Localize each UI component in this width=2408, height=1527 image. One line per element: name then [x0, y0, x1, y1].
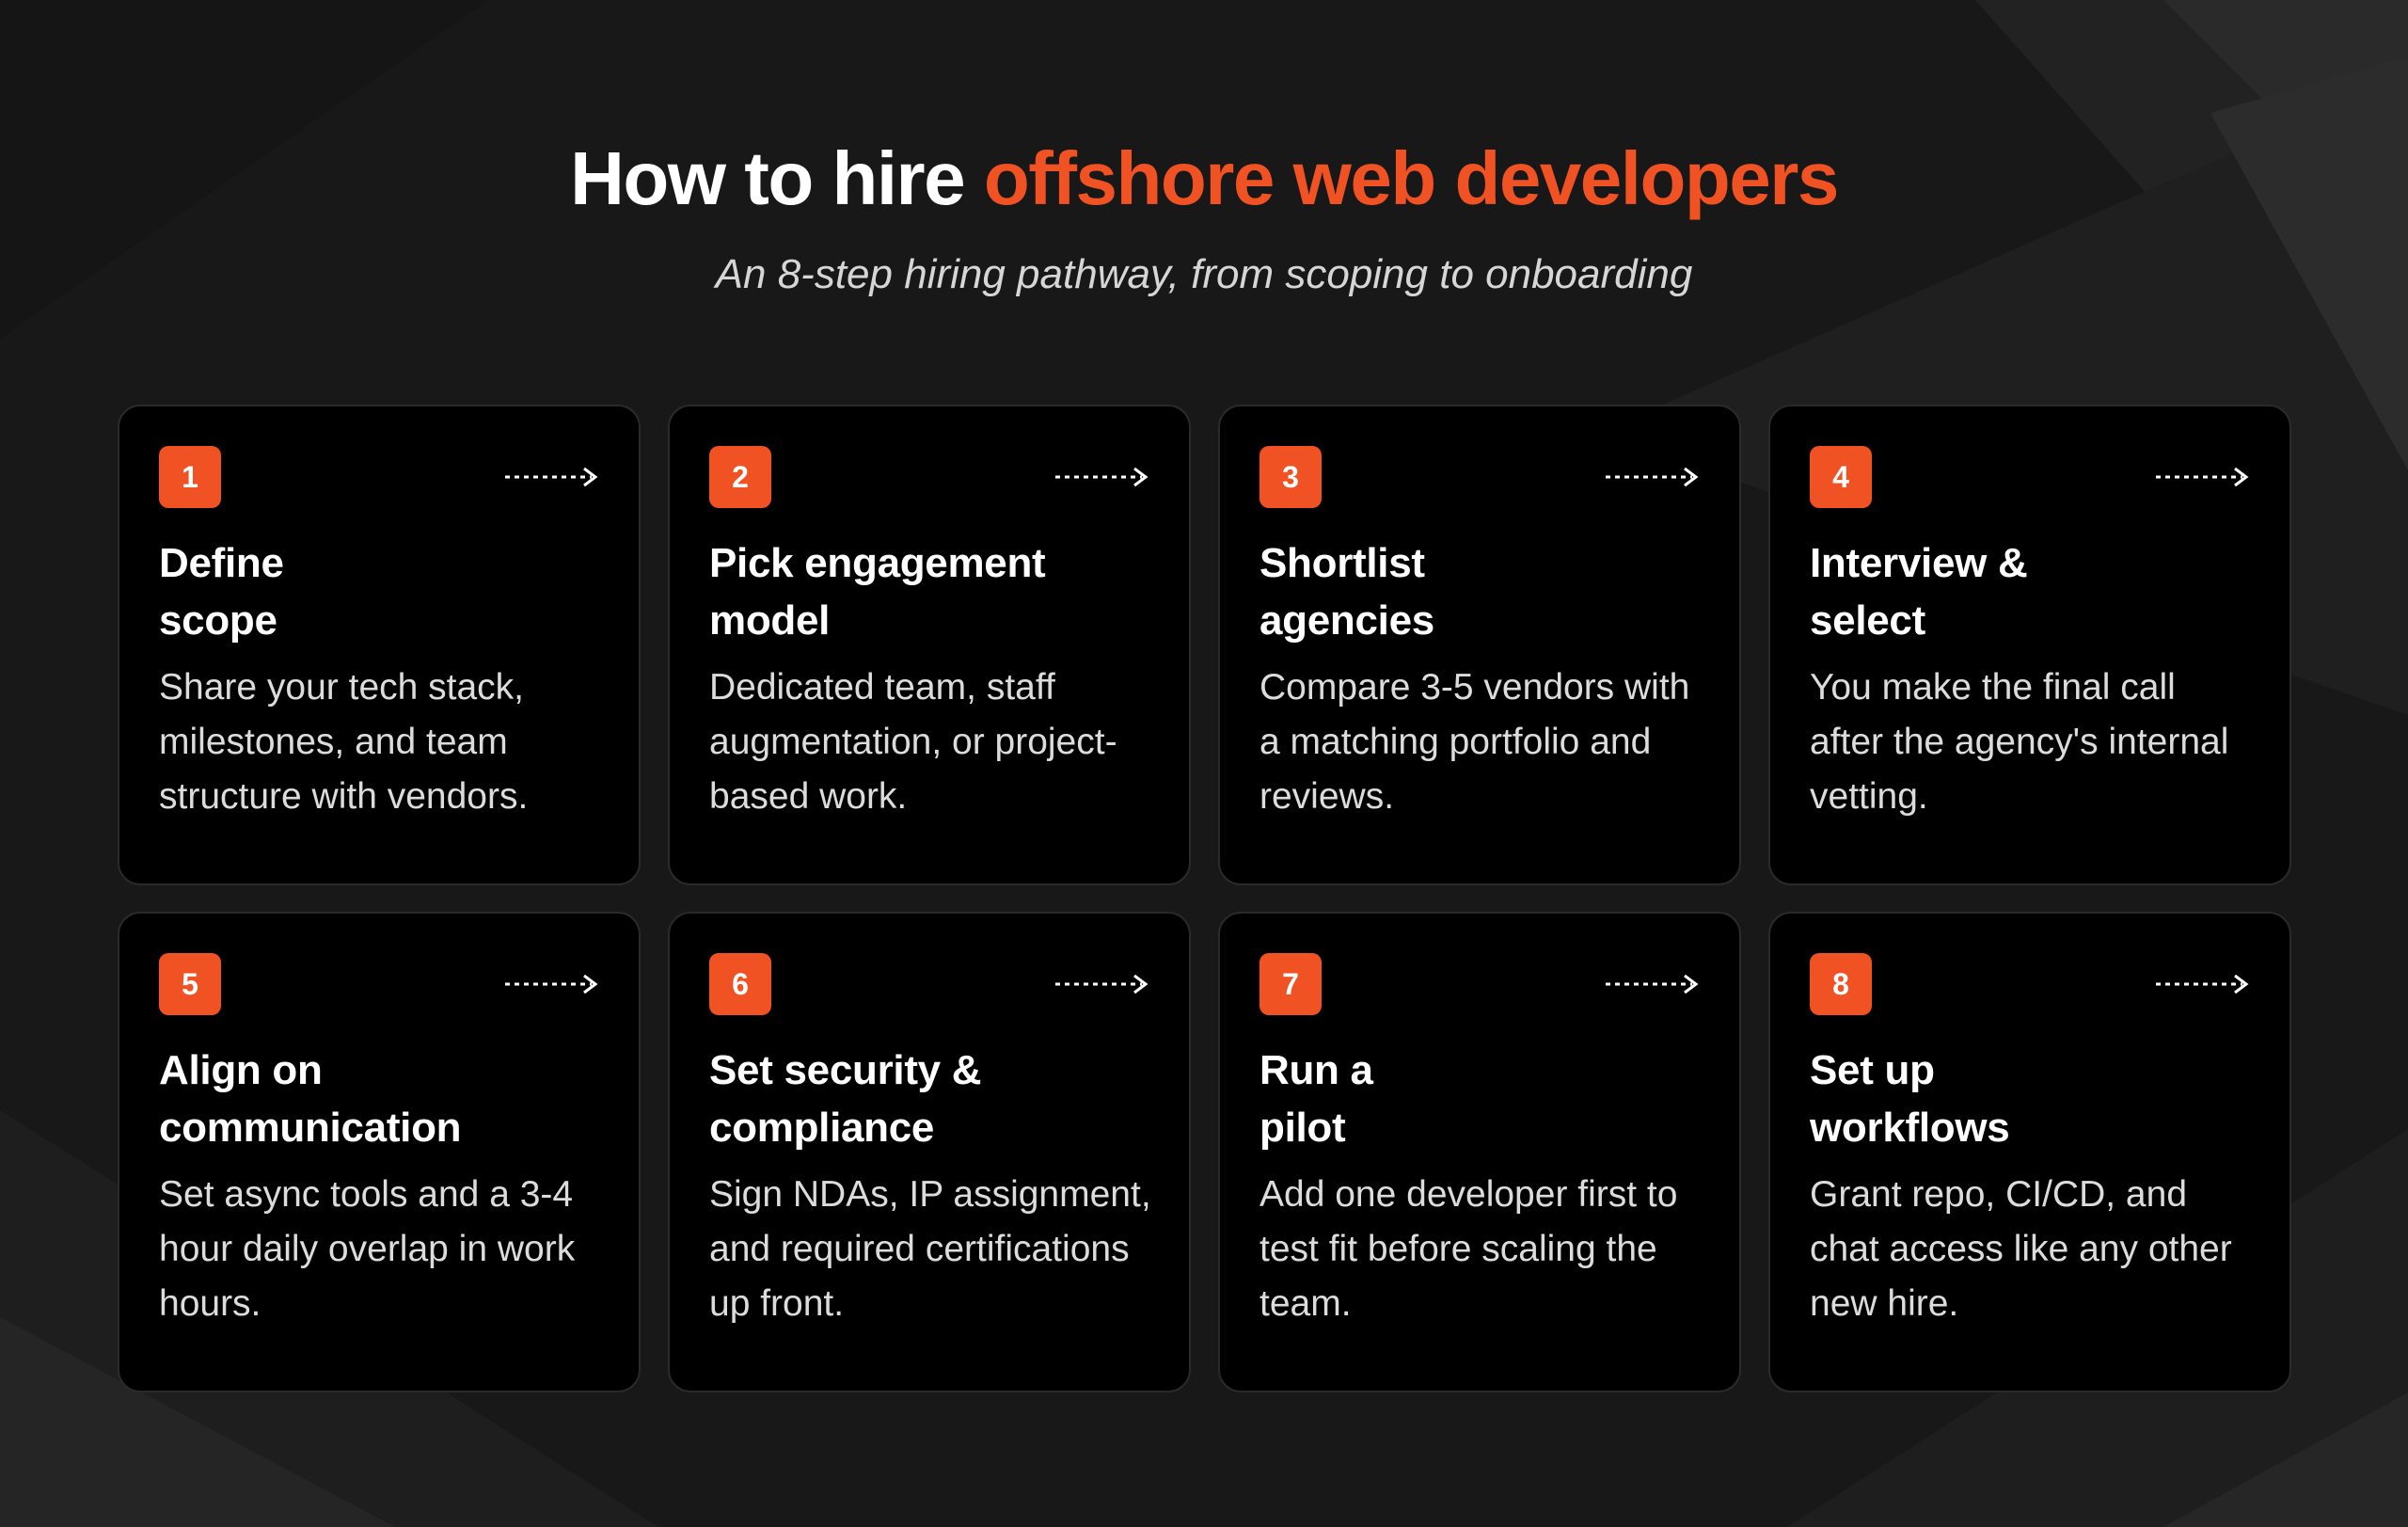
steps-grid: 1 Define scope Share your tech stack, mi…	[118, 405, 2292, 1392]
page-title: How to hire offshore web developers	[0, 132, 2408, 226]
dashed-arrow-right-icon	[505, 467, 598, 487]
step-number-badge: 6	[709, 953, 771, 1015]
dashed-arrow-right-icon	[2156, 467, 2249, 487]
dashed-arrow-right-icon	[1055, 974, 1149, 994]
dashed-arrow-right-icon	[505, 974, 598, 994]
step-card-1: 1 Define scope Share your tech stack, mi…	[118, 405, 641, 885]
step-title: Run a pilot	[1259, 1047, 1373, 1151]
step-card-6: 6 Set security & compliance Sign NDAs, I…	[668, 912, 1191, 1392]
step-number-badge: 4	[1810, 446, 1872, 508]
dashed-arrow-right-icon	[1606, 974, 1699, 994]
step-description: Set async tools and a 3-4 hour daily ove…	[159, 1174, 576, 1324]
step-card-3: 3 Shortlist agencies Compare 3-5 vendors…	[1218, 405, 1741, 885]
step-title: Set security & compliance	[709, 1047, 982, 1151]
step-description: Dedicated team, staff augmentation, or p…	[709, 667, 1117, 817]
step-title: Set up workflows	[1810, 1047, 2010, 1151]
step-card-5: 5 Align on communication Set async tools…	[118, 912, 641, 1392]
title-accent: offshore web developers	[983, 136, 1839, 220]
step-number-badge: 7	[1259, 953, 1322, 1015]
page-subtitle: An 8-step hiring pathway, from scoping t…	[715, 251, 1693, 297]
step-title: Align on communication	[159, 1047, 462, 1151]
step-title: Pick engagement model	[709, 540, 1046, 644]
step-number-badge: 2	[709, 446, 771, 508]
step-title: Interview & select	[1810, 540, 2028, 644]
step-title: Shortlist agencies	[1259, 540, 1434, 644]
step-description: Sign NDAs, IP assignment, and required c…	[709, 1174, 1151, 1324]
step-title: Define scope	[159, 540, 284, 644]
step-description: You make the final call after the agency…	[1810, 667, 2229, 817]
dashed-arrow-right-icon	[1606, 467, 1699, 487]
dashed-arrow-right-icon	[1055, 467, 1149, 487]
step-description: Compare 3-5 vendors with a matching port…	[1259, 667, 1690, 817]
step-number-badge: 3	[1259, 446, 1322, 508]
title-prefix: How to hire	[570, 136, 984, 220]
step-number-badge: 8	[1810, 953, 1872, 1015]
dashed-arrow-right-icon	[2156, 974, 2249, 994]
page: How to hire offshore web developers An 8…	[0, 0, 2408, 1527]
step-card-8: 8 Set up workflows Grant repo, CI/CD, an…	[1768, 912, 2291, 1392]
step-number-badge: 1	[159, 446, 221, 508]
step-card-4: 4 Interview & select You make the final …	[1768, 405, 2291, 885]
step-card-7: 7 Run a pilot Add one developer first to…	[1218, 912, 1741, 1392]
step-description: Grant repo, CI/CD, and chat access like …	[1810, 1174, 2232, 1324]
step-number-badge: 5	[159, 953, 221, 1015]
step-description: Share your tech stack, milestones, and t…	[159, 667, 529, 817]
step-card-2: 2 Pick engagement model Dedicated team, …	[668, 405, 1191, 885]
step-description: Add one developer first to test fit befo…	[1259, 1174, 1678, 1324]
